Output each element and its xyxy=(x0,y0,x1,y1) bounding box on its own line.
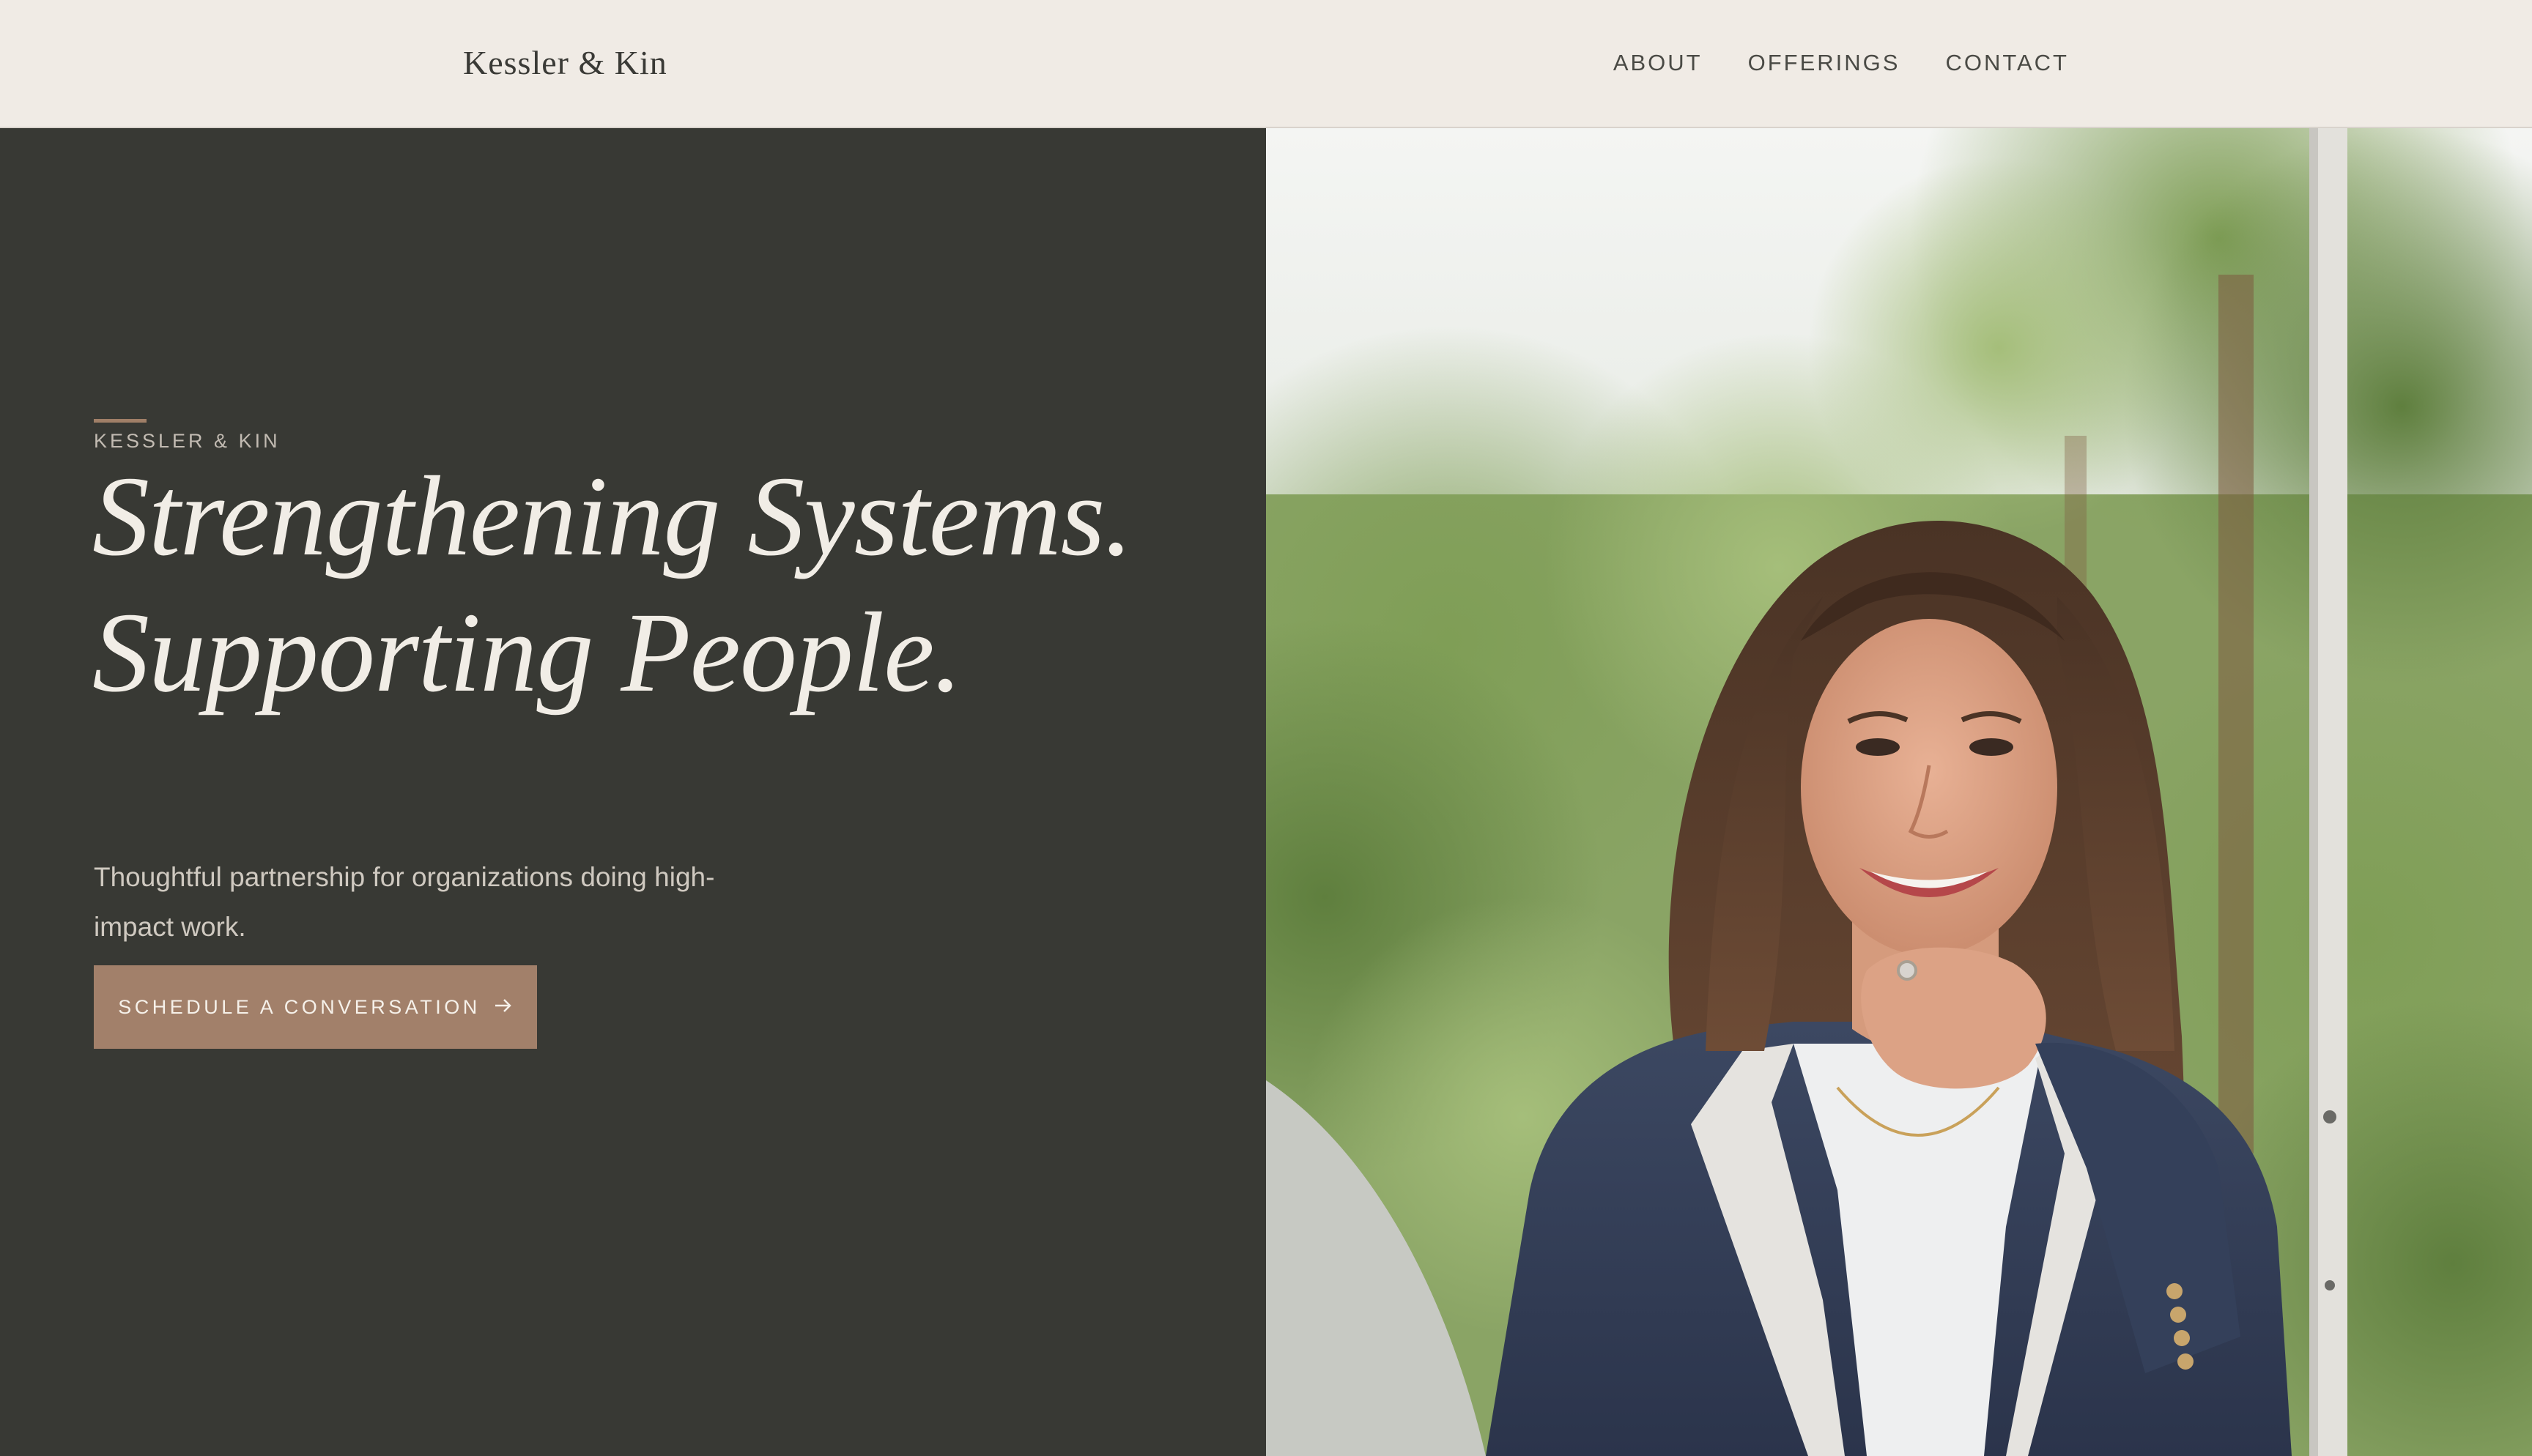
eyebrow-accent-line xyxy=(94,419,147,423)
nav-contact[interactable]: CONTACT xyxy=(1945,42,2069,83)
schedule-conversation-button[interactable]: SCHEDULE A CONVERSATION xyxy=(94,965,537,1049)
nav-about[interactable]: ABOUT xyxy=(1613,42,1703,83)
cta-label: SCHEDULE A CONVERSATION xyxy=(118,995,481,1018)
hero-text-panel xyxy=(0,128,1266,1456)
nav-offerings[interactable]: OFFERINGS xyxy=(1748,42,1900,83)
main-nav: ABOUT OFFERINGS CONTACT xyxy=(1613,42,2069,83)
hero-subheading: Thoughtful partnership for organizations… xyxy=(94,862,715,942)
hero-headline: Strengthening Systems. Supporting People… xyxy=(92,448,1235,721)
arrow-right-icon xyxy=(494,996,513,1019)
headline-line-1: Strengthening Systems. xyxy=(92,453,1133,579)
site-header: Kessler & Kin ABOUT OFFERINGS CONTACT xyxy=(0,0,2532,128)
hero-portrait-photo xyxy=(1266,128,2532,1456)
headline-line-2: Supporting People. xyxy=(92,589,963,716)
brand-logo[interactable]: Kessler & Kin xyxy=(463,38,667,88)
